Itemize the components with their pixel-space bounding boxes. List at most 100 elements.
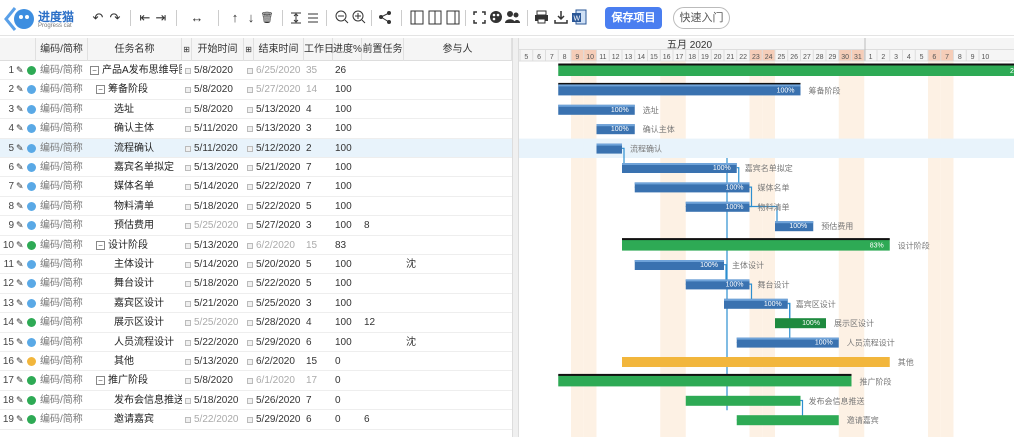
task-predecessor[interactable] bbox=[364, 236, 404, 255]
redo-button[interactable]: ↷ bbox=[107, 9, 123, 27]
edit-icon[interactable]: ✎ bbox=[16, 177, 24, 196]
task-end[interactable]: 5/22/2020 bbox=[256, 197, 304, 216]
task-predecessor[interactable] bbox=[364, 294, 404, 313]
layout-left-icon[interactable] bbox=[410, 10, 424, 25]
task-name[interactable]: 确认主体 bbox=[114, 119, 182, 138]
header-progress[interactable]: 进度% bbox=[333, 38, 362, 61]
task-name[interactable]: 设计阶段 bbox=[108, 236, 182, 255]
task-progress[interactable]: 100 bbox=[335, 313, 362, 332]
task-progress[interactable]: 100 bbox=[335, 274, 362, 293]
task-predecessor[interactable]: 8 bbox=[364, 216, 404, 235]
gantt-bar[interactable] bbox=[685, 395, 801, 406]
task-name[interactable]: 发布会信息推送 bbox=[114, 391, 182, 410]
task-row[interactable]: 9 ✎ 编码/简称 预估费用 5/25/2020 5/27/2020 3 100 8 bbox=[0, 216, 512, 236]
task-name[interactable]: 筹备阶段 bbox=[108, 80, 182, 99]
edit-icon[interactable]: ✎ bbox=[16, 236, 24, 255]
task-progress[interactable]: 0 bbox=[335, 371, 362, 390]
task-end[interactable]: 5/27/2020 bbox=[256, 216, 304, 235]
task-end[interactable]: 6/1/2020 bbox=[256, 371, 304, 390]
task-start[interactable]: 5/13/2020 bbox=[194, 352, 244, 371]
task-start[interactable]: 5/25/2020 bbox=[194, 313, 244, 332]
task-workdays[interactable]: 5 bbox=[306, 255, 333, 274]
task-end[interactable]: 5/21/2020 bbox=[256, 158, 304, 177]
edit-icon[interactable]: ✎ bbox=[16, 333, 24, 352]
task-row[interactable]: 11 ✎ 编码/简称 主体设计 5/14/2020 5/20/2020 5 100 沈 bbox=[0, 255, 512, 275]
end-checkbox[interactable] bbox=[247, 145, 253, 152]
task-row[interactable]: 5 ✎ 编码/简称 流程确认 5/11/2020 5/12/2020 2 100 bbox=[0, 138, 512, 158]
word-export-icon[interactable]: W bbox=[572, 9, 587, 25]
task-progress[interactable]: 100 bbox=[335, 80, 362, 99]
task-end[interactable]: 5/29/2020 bbox=[256, 410, 304, 429]
task-assignee[interactable] bbox=[406, 371, 506, 390]
task-row[interactable]: 1 ✎ 编码/简称 − 产品A发布思维导图 5/8/2020 6/25/2020 35 26 bbox=[0, 61, 512, 81]
fullscreen-icon[interactable] bbox=[473, 11, 486, 24]
task-end[interactable]: 6/25/2020 bbox=[256, 61, 304, 80]
task-start[interactable]: 5/8/2020 bbox=[194, 371, 244, 390]
end-checkbox[interactable] bbox=[247, 378, 253, 385]
gantt-bar[interactable] bbox=[622, 357, 890, 367]
task-start[interactable]: 5/22/2020 bbox=[194, 410, 244, 429]
task-name[interactable]: 预估费用 bbox=[114, 216, 182, 235]
end-checkbox[interactable] bbox=[247, 203, 253, 210]
task-assignee[interactable] bbox=[406, 294, 506, 313]
task-end[interactable]: 5/12/2020 bbox=[256, 139, 304, 158]
start-checkbox[interactable] bbox=[185, 68, 191, 74]
task-assignee[interactable] bbox=[406, 391, 506, 410]
task-progress[interactable]: 100 bbox=[335, 197, 362, 216]
header-checkbox[interactable]: ⊞ bbox=[182, 38, 192, 61]
edit-icon[interactable]: ✎ bbox=[16, 274, 24, 293]
outdent-button[interactable]: ⇥ bbox=[153, 9, 169, 27]
download-icon[interactable] bbox=[554, 10, 568, 24]
expand-toggle[interactable]: − bbox=[96, 85, 105, 95]
task-progress[interactable]: 100 bbox=[335, 333, 362, 352]
task-progress[interactable]: 100 bbox=[335, 100, 362, 119]
expand-rows-icon[interactable] bbox=[290, 11, 302, 25]
task-end[interactable]: 5/13/2020 bbox=[256, 119, 304, 138]
task-progress[interactable]: 100 bbox=[335, 255, 362, 274]
task-workdays[interactable]: 15 bbox=[306, 236, 333, 255]
task-row[interactable]: 16 ✎ 编码/简称 其他 5/13/2020 6/2/2020 15 0 bbox=[0, 352, 512, 372]
users-icon[interactable] bbox=[505, 10, 520, 24]
move-down-button[interactable]: ↓ bbox=[244, 9, 258, 27]
task-predecessor[interactable] bbox=[364, 61, 404, 80]
start-checkbox[interactable] bbox=[185, 87, 191, 94]
print-icon[interactable] bbox=[534, 10, 549, 24]
task-assignee[interactable] bbox=[406, 197, 506, 216]
task-row[interactable]: 10 ✎ 编码/简称 − 设计阶段 5/13/2020 6/2/2020 15 83 bbox=[0, 236, 512, 255]
task-start[interactable]: 5/18/2020 bbox=[194, 197, 244, 216]
task-assignee[interactable] bbox=[406, 216, 506, 235]
task-workdays[interactable]: 5 bbox=[306, 197, 333, 216]
quick-start-button[interactable]: 快速入门 bbox=[673, 7, 730, 29]
task-predecessor[interactable] bbox=[364, 100, 404, 119]
task-predecessor[interactable] bbox=[364, 158, 404, 177]
task-predecessor[interactable] bbox=[364, 197, 404, 216]
start-checkbox[interactable] bbox=[185, 320, 191, 327]
header-assignee[interactable]: 参与人 bbox=[404, 38, 512, 61]
layout-right-icon[interactable] bbox=[446, 10, 460, 25]
task-assignee[interactable] bbox=[406, 274, 506, 293]
task-predecessor[interactable] bbox=[364, 255, 404, 274]
task-end[interactable]: 5/22/2020 bbox=[256, 274, 304, 293]
task-end[interactable]: 6/2/2020 bbox=[256, 352, 304, 371]
start-checkbox[interactable] bbox=[185, 126, 191, 133]
task-predecessor[interactable] bbox=[364, 352, 404, 371]
task-end[interactable]: 5/13/2020 bbox=[256, 100, 304, 119]
zoom-out-icon[interactable] bbox=[335, 10, 349, 25]
edit-icon[interactable]: ✎ bbox=[16, 197, 24, 216]
task-workdays[interactable]: 7 bbox=[306, 177, 333, 196]
task-start[interactable]: 5/21/2020 bbox=[194, 294, 244, 313]
task-predecessor[interactable] bbox=[364, 391, 404, 410]
edit-icon[interactable]: ✎ bbox=[16, 139, 24, 158]
task-start[interactable]: 5/25/2020 bbox=[194, 216, 244, 235]
pane-splitter[interactable] bbox=[512, 38, 519, 437]
header-code[interactable]: 编码/简称 bbox=[36, 38, 88, 61]
start-checkbox[interactable] bbox=[185, 203, 191, 210]
task-row[interactable]: 8 ✎ 编码/简称 物料清单 5/18/2020 5/22/2020 5 100 bbox=[0, 197, 512, 217]
task-end[interactable]: 6/2/2020 bbox=[256, 236, 304, 255]
task-start[interactable]: 5/14/2020 bbox=[194, 177, 244, 196]
gantt-bar[interactable] bbox=[736, 415, 839, 426]
start-checkbox[interactable] bbox=[185, 165, 191, 171]
task-assignee[interactable] bbox=[406, 100, 506, 119]
task-start[interactable]: 5/11/2020 bbox=[194, 119, 244, 138]
expand-toggle[interactable]: − bbox=[90, 66, 99, 75]
